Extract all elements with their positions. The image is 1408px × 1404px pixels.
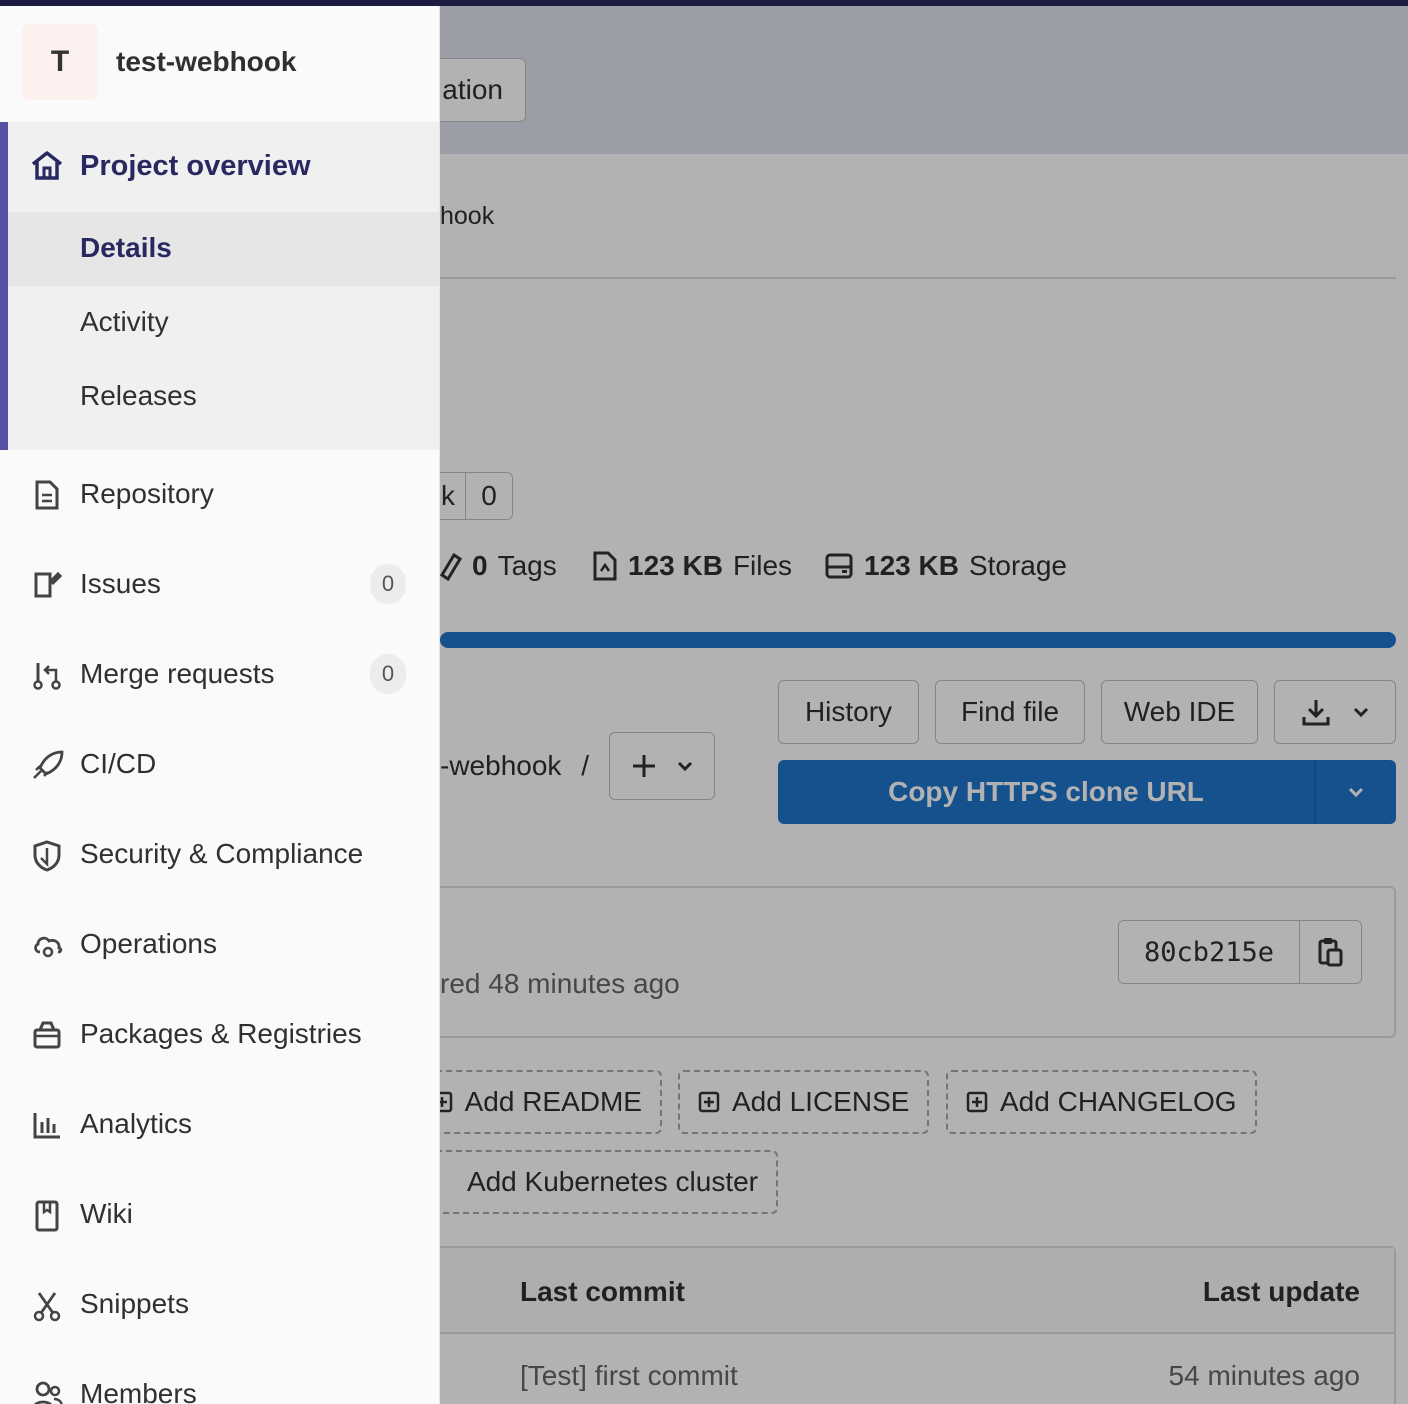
- sidebar-item-label: Members: [80, 1378, 197, 1404]
- sidebar-item-members[interactable]: Members: [0, 1350, 439, 1404]
- rocket-icon: [32, 750, 64, 780]
- sidebar-item-snippets[interactable]: Snippets: [0, 1260, 439, 1350]
- sidebar-item-analytics[interactable]: Analytics: [0, 1080, 439, 1170]
- book-icon: [32, 1200, 62, 1232]
- chart-icon: [32, 1110, 62, 1140]
- sidebar-item-label: Operations: [80, 928, 217, 959]
- merge-request-icon: [32, 660, 62, 690]
- issues-icon: [32, 570, 62, 600]
- shield-icon: [32, 840, 62, 872]
- sidebar-item-project-overview[interactable]: Project overview: [8, 122, 439, 212]
- project-avatar[interactable]: T: [22, 24, 98, 100]
- sidebar-item-wiki[interactable]: Wiki: [0, 1170, 439, 1260]
- sidebar-subitem-label: Details: [80, 232, 172, 263]
- project-sidebar: T test-webhook Project overview Details …: [0, 6, 440, 1404]
- home-icon: [30, 150, 64, 182]
- sidebar-item-merge-requests[interactable]: Merge requests 0: [0, 630, 439, 720]
- cloud-gear-icon: [32, 930, 64, 960]
- sidebar-item-operations[interactable]: Operations: [0, 900, 439, 990]
- sidebar-item-repository[interactable]: Repository: [0, 450, 439, 540]
- sidebar-item-cicd[interactable]: CI/CD: [0, 720, 439, 810]
- sidebar-item-label: Issues: [80, 568, 161, 599]
- sidebar-item-label: Packages & Registries: [80, 1018, 362, 1049]
- sidebar-project-header[interactable]: T test-webhook: [0, 6, 439, 122]
- sidebar-item-packages-registries[interactable]: Packages & Registries: [0, 990, 439, 1080]
- sidebar-subitem-activity[interactable]: Activity: [8, 286, 439, 360]
- sidebar-item-security-compliance[interactable]: Security & Compliance: [0, 810, 439, 900]
- sidebar-item-label: Analytics: [80, 1108, 193, 1139]
- sidebar-item-label: Wiki: [80, 1198, 133, 1229]
- sidebar-item-label: Merge requests: [80, 658, 275, 689]
- sidebar-subitem-label: Releases: [80, 380, 197, 411]
- sidebar-item-label: Snippets: [80, 1288, 189, 1319]
- sidebar-subitem-releases[interactable]: Releases: [8, 360, 439, 434]
- merge-requests-count-badge: 0: [370, 654, 406, 694]
- document-icon: [32, 480, 62, 510]
- sidebar-subitem-label: Activity: [80, 306, 169, 337]
- users-icon: [32, 1380, 64, 1404]
- sidebar-item-label: CI/CD: [80, 748, 157, 779]
- sidebar-item-label: Project overview: [80, 150, 311, 182]
- sidebar-item-label: Repository: [80, 478, 214, 509]
- sidebar-item-issues[interactable]: Issues 0: [0, 540, 439, 630]
- sidebar-item-label: Security & Compliance: [80, 838, 364, 869]
- sidebar-group-project-overview: Project overview Details Activity Releas…: [0, 122, 439, 450]
- project-name[interactable]: test-webhook: [116, 46, 296, 78]
- package-icon: [32, 1020, 62, 1050]
- issues-count-badge: 0: [370, 564, 406, 604]
- sidebar-subitem-details[interactable]: Details: [8, 212, 439, 286]
- scissors-icon: [32, 1290, 62, 1322]
